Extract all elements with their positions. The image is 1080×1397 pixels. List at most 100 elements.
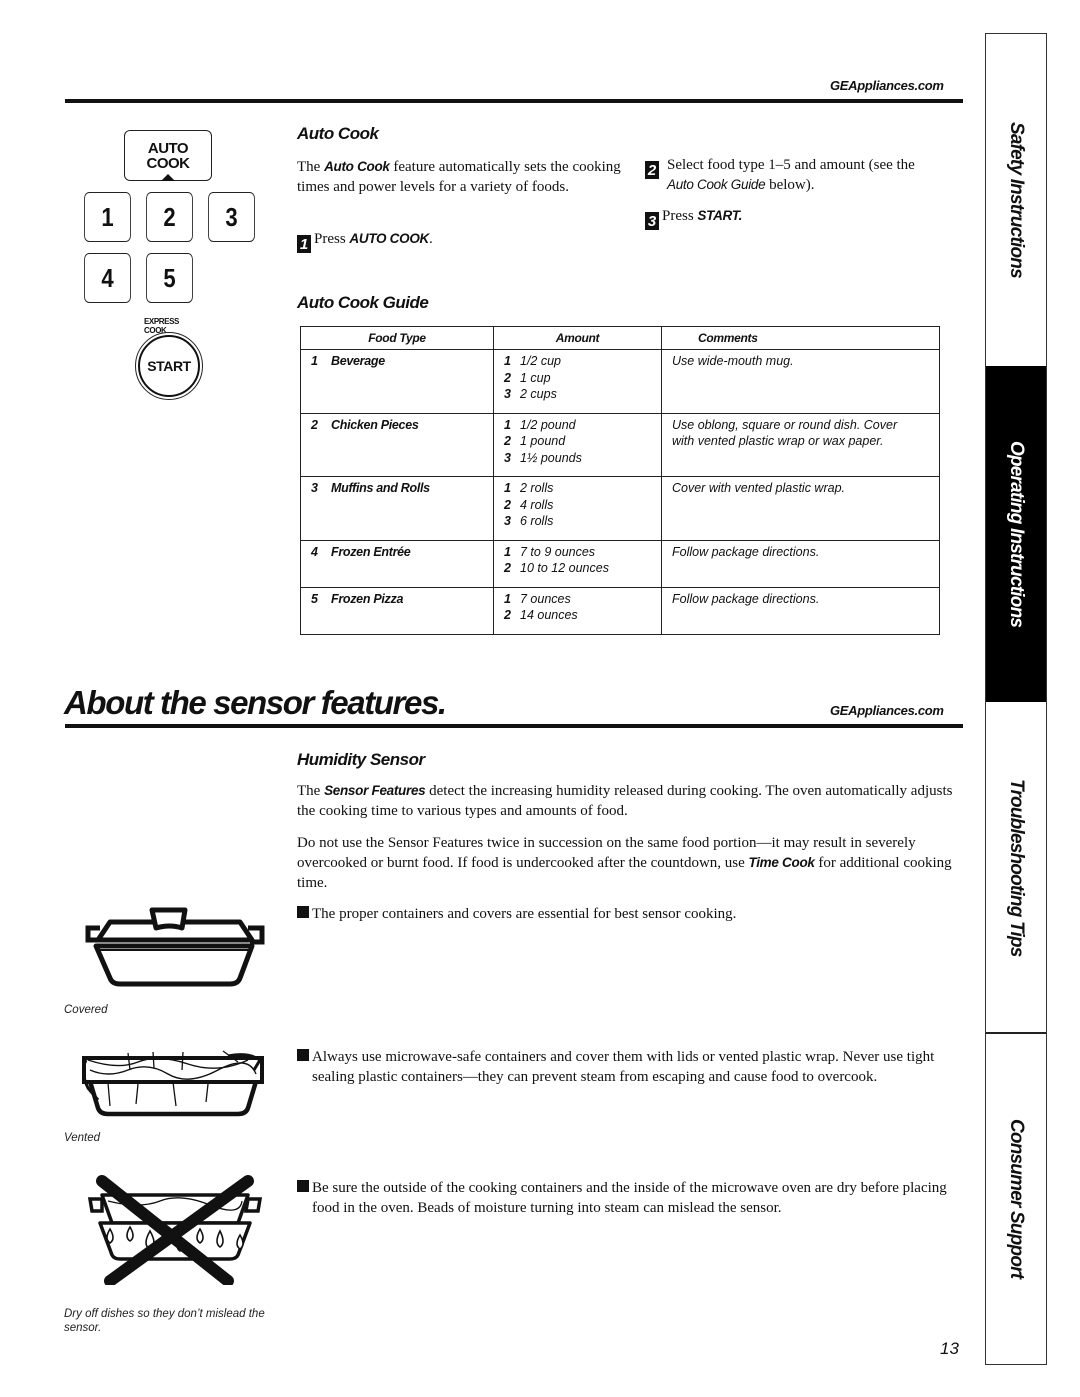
site-url-top[interactable]: GEAppliances.com (830, 78, 944, 93)
amount-option-number: 3 (504, 514, 511, 528)
amount-option-value: 2 rolls (520, 481, 554, 495)
step-2-suffix: below). (765, 177, 815, 193)
intro-prefix: The (297, 159, 325, 175)
intro-em: Auto Cook (324, 159, 390, 174)
table-row: 4 Frozen Entrée 1 7 to 9 ounces 2 10 to 12 ou… (300, 540, 940, 588)
comments-cell: Use wide-mouth mug. (661, 349, 940, 414)
step-1-em: AUTO COOK (349, 231, 429, 246)
auto-cook-guide-heading: Auto Cook Guide (297, 293, 429, 312)
amount-option-value: 1/2 pound (520, 417, 576, 432)
square-bullet-icon (297, 1180, 309, 1192)
step-2: 2 Select food type 1–5 and amount (see t… (645, 155, 925, 195)
comments-cell: Follow package directions. (661, 540, 940, 588)
table-row: 2 Chicken Pieces 1 1/2 pound 2 1 pound 3 1½ pou… (300, 413, 940, 477)
table-row: 1 Beverage 1 1/2 cup 2 1 cup 3 2 cups Use wide-m… (300, 349, 940, 414)
number-key-2: 2 (146, 192, 193, 242)
site-url-section[interactable]: GEAppliances.com (830, 703, 944, 718)
amount-option-value: 7 ounces (520, 591, 571, 606)
square-bullet-icon (297, 906, 309, 918)
food-type-cell: 4 Frozen Entrée (300, 540, 494, 588)
start-key: START (135, 332, 203, 400)
food-type-cell: 5 Frozen Pizza (300, 587, 494, 635)
amount-cell: 1 1/2 cup 2 1 cup 3 2 cups (493, 349, 662, 414)
food-type-name: Chicken Pieces (331, 417, 419, 432)
amount-cell: 1 7 ounces 2 14 ounces (493, 587, 662, 635)
amount-cell: 1 2 rolls 2 4 rolls 3 6 rolls (493, 476, 662, 541)
amount-option-number: 2 (504, 561, 511, 575)
amount-option: 1 7 ounces (504, 591, 651, 608)
food-type-name: Beverage (331, 354, 385, 368)
amount-option: 1 1/2 pound (504, 417, 651, 434)
covered-dish-icon (85, 907, 265, 987)
side-tab-safety-instructions[interactable]: Safety Instructions (986, 34, 1046, 366)
amount-option-value: 1 pound (520, 434, 566, 448)
auto-cook-intro: The Auto Cook feature automatically sets… (297, 157, 627, 197)
amount-option: 2 14 ounces (504, 607, 651, 624)
step-1: 1 Press AUTO COOK. (297, 229, 433, 253)
amount-option-number: 1 (504, 591, 511, 606)
section-title: About the sensor features. (64, 684, 447, 721)
food-type-number: 3 (311, 481, 318, 495)
step-2-prefix: Select food type 1–5 and amount (see the (667, 157, 915, 173)
side-tab-label: Troubleshooting Tips (1006, 779, 1027, 957)
step-3: 3 Press START. (645, 206, 742, 230)
amount-option-number: 2 (504, 608, 511, 622)
food-type-cell: 1 Beverage (300, 349, 494, 414)
bullet-text: Always use microwave-safe containers and… (312, 1049, 935, 1085)
wet-dish-crossed-out-icon (87, 1175, 263, 1285)
column-header-food-type: Food Type (300, 326, 494, 350)
amount-option-number: 3 (504, 450, 511, 465)
amount-cell: 1 7 to 9 ounces 2 10 to 12 ounces (493, 540, 662, 588)
step-3-em: START. (697, 208, 743, 223)
bullet-item: Be sure the outside of the cooking conta… (297, 1178, 962, 1218)
food-type-cell: 3 Muffins and Rolls (300, 476, 494, 541)
humidity-paragraph-2: Do not use the Sensor Features twice in … (297, 833, 962, 893)
amount-option-number: 2 (504, 497, 511, 512)
square-bullet-icon (297, 1049, 309, 1061)
caption-covered: Covered (64, 1004, 108, 1016)
humidity-sensor-heading: Humidity Sensor (297, 750, 425, 769)
amount-option-value: 1/2 cup (520, 354, 562, 368)
number-key-5: 5 (146, 253, 193, 303)
amount-option-number: 2 (504, 370, 511, 385)
step-number-1: 1 (297, 235, 311, 253)
auto-cook-key-line1: AUTO (147, 139, 189, 157)
amount-option-number: 1 (504, 417, 511, 432)
table-header-row: Food Type Amount Comments (300, 326, 940, 350)
auto-cook-key: AUTO COOK (124, 130, 212, 181)
number-key-4: 4 (84, 253, 131, 303)
food-type-name: Frozen Pizza (331, 591, 404, 606)
auto-cook-heading: Auto Cook (297, 124, 379, 143)
step-number-2: 2 (645, 161, 659, 179)
p2-em: Time Cook (748, 855, 815, 870)
side-tab-troubleshooting-tips[interactable]: Troubleshooting Tips (986, 702, 1046, 1034)
auto-cook-guide-table: Food Type Amount Comments 1 Beverage 1 1/2 … (300, 326, 940, 635)
food-type-number: 4 (311, 544, 318, 559)
side-tab-consumer-support[interactable]: Consumer Support (986, 1034, 1046, 1364)
step-1-suffix: . (428, 231, 433, 247)
amount-option: 2 1 pound (504, 433, 651, 450)
side-tab-operating-instructions[interactable]: Operating Instructions (986, 366, 1046, 702)
step-1-prefix: Press (314, 231, 350, 247)
amount-option: 1 1/2 cup (504, 353, 651, 370)
bullet-item: Always use microwave-safe containers and… (297, 1047, 962, 1087)
side-tab-label: Consumer Support (1006, 1119, 1027, 1279)
comments-cell: Use oblong, square or round dish. Cover … (661, 413, 940, 477)
step-number-3: 3 (645, 212, 659, 230)
food-type-number: 5 (311, 591, 318, 606)
table-row: 5 Frozen Pizza 1 7 ounces 2 14 ounces Follow p… (300, 587, 940, 635)
side-tab-label: Operating Instructions (1006, 440, 1027, 628)
amount-option-number: 1 (504, 544, 511, 559)
column-header-comments: Comments (661, 326, 940, 350)
amount-option: 2 10 to 12 ounces (504, 560, 651, 577)
step-3-prefix: Press (662, 208, 698, 224)
vented-dish-icon (81, 1050, 264, 1117)
amount-option: 3 1½ pounds (504, 450, 651, 467)
column-header-amount: Amount (493, 326, 662, 350)
amount-option: 2 4 rolls (504, 497, 651, 514)
amount-option-value: 6 rolls (520, 514, 554, 528)
number-key-1: 1 (84, 192, 131, 242)
bullet-text: Be sure the outside of the cooking conta… (312, 1180, 947, 1216)
food-type-number: 1 (311, 354, 318, 368)
amount-option-number: 1 (504, 354, 511, 368)
